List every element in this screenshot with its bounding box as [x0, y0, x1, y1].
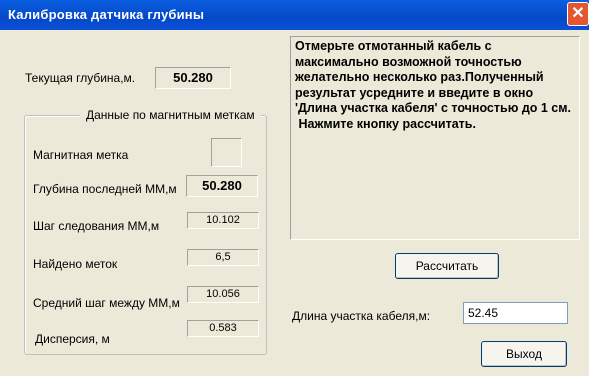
last-mm-depth-label: Глубина последней ММ,м	[33, 182, 177, 196]
found-marks-value: 6,5	[187, 249, 259, 266]
mm-step-label: Шаг следования ММ,м	[33, 219, 160, 233]
dispersion-value: 0.583	[187, 320, 259, 337]
dispersion-label: Дисперсия, м	[35, 332, 110, 346]
current-depth-label: Текущая глубина,м.	[25, 71, 136, 85]
close-icon: ✕	[571, 5, 585, 22]
magnetic-mark-label: Магнитная метка	[33, 148, 129, 162]
cable-length-label: Длина участка кабеля,м:	[292, 309, 431, 323]
cable-length-input[interactable]	[463, 302, 568, 324]
calculate-button[interactable]: Рассчитать	[395, 253, 499, 279]
found-marks-label: Найдено меток	[33, 257, 118, 271]
magnetic-mark-indicator	[211, 138, 242, 167]
exit-button[interactable]: Выход	[481, 341, 567, 367]
magnetic-marks-group-title: Данные по магнитным меткам	[80, 108, 261, 122]
mm-step-value: 10.102	[187, 212, 259, 229]
window-title: Калибровка датчика глубины	[8, 7, 205, 22]
last-mm-depth-value: 50.280	[186, 175, 258, 197]
title-bar[interactable]: Калибровка датчика глубины ✕	[0, 0, 589, 30]
avg-step-value: 10.056	[187, 286, 259, 303]
calibration-window: Калибровка датчика глубины ✕ Текущая глу…	[0, 0, 589, 376]
avg-step-label: Средний шаг между ММ,м	[33, 296, 180, 310]
current-depth-value: 50.280	[155, 67, 231, 89]
instructions-text: Отмерьте отмотанный кабель с максимально…	[290, 36, 580, 240]
close-button[interactable]: ✕	[567, 2, 589, 26]
